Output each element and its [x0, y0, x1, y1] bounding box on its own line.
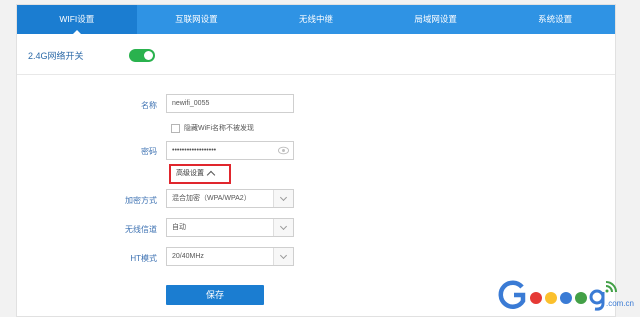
hide-ssid-checkbox[interactable] [171, 123, 180, 133]
tab-label: 无线中继 [298, 14, 333, 24]
wifi-switch-row: 2.4G网络开关 [17, 35, 615, 75]
wifi-toggle[interactable] [129, 49, 155, 62]
channel-value: 自动 [172, 224, 186, 231]
watermark-suffix: .com.cn [606, 299, 634, 308]
tab-lan-settings[interactable]: 局域网设置 [376, 5, 496, 34]
chevron-down-icon [273, 248, 293, 265]
goooogle-watermark-logo: .com.cn [498, 280, 634, 311]
advanced-settings-toggle[interactable]: 高级设置 [169, 164, 231, 184]
password-value: •••••••••••••••••• [172, 147, 217, 154]
save-button[interactable]: 保存 [166, 285, 264, 305]
toggle-knob [144, 51, 153, 60]
eye-icon[interactable] [278, 146, 289, 155]
hide-ssid-option[interactable]: 隐藏WiFi名称不被发现 [171, 123, 254, 133]
ht-mode-select[interactable]: 20/40MHz [166, 247, 294, 266]
chevron-down-icon [273, 219, 293, 236]
advanced-settings-label: 高级设置 [176, 170, 204, 177]
encryption-select[interactable]: 混合加密（WPA/WPA2） [166, 189, 294, 208]
active-tab-caret-icon [72, 30, 81, 34]
encryption-label: 加密方式 [125, 196, 157, 205]
tab-wireless-repeater[interactable]: 无线中继 [256, 5, 376, 34]
chevron-up-icon [206, 170, 216, 180]
name-label: 名称 [141, 101, 157, 110]
tab-system-settings[interactable]: 系统设置 [495, 5, 615, 34]
tab-label: 系统设置 [538, 14, 573, 24]
tab-wifi-settings[interactable]: WIFI设置 [17, 5, 137, 34]
tab-internet-settings[interactable]: 互联网设置 [137, 5, 257, 34]
ht-mode-label: HT模式 [130, 254, 157, 263]
password-input[interactable]: •••••••••••••••••• [166, 141, 294, 160]
hide-ssid-label: 隐藏WiFi名称不被发现 [184, 125, 254, 132]
ht-mode-value: 20/40MHz [172, 253, 204, 260]
chevron-down-icon [273, 190, 293, 207]
tab-label: 局域网设置 [414, 14, 457, 24]
channel-label: 无线信道 [125, 225, 157, 234]
wifi-switch-label: 2.4G网络开关 [28, 51, 84, 61]
encryption-value: 混合加密（WPA/WPA2） [172, 195, 251, 202]
tab-bar: WIFI设置 互联网设置 无线中继 局域网设置 系统设置 [17, 5, 615, 34]
tab-label: 互联网设置 [175, 14, 218, 24]
password-label: 密码 [141, 147, 157, 156]
ssid-input[interactable]: newifi_0055 [166, 94, 294, 113]
tab-label: WIFI设置 [59, 14, 95, 24]
channel-select[interactable]: 自动 [166, 218, 294, 237]
settings-card: WIFI设置 互联网设置 无线中继 局域网设置 系统设置 2.4G网络开关 名称… [16, 4, 616, 317]
